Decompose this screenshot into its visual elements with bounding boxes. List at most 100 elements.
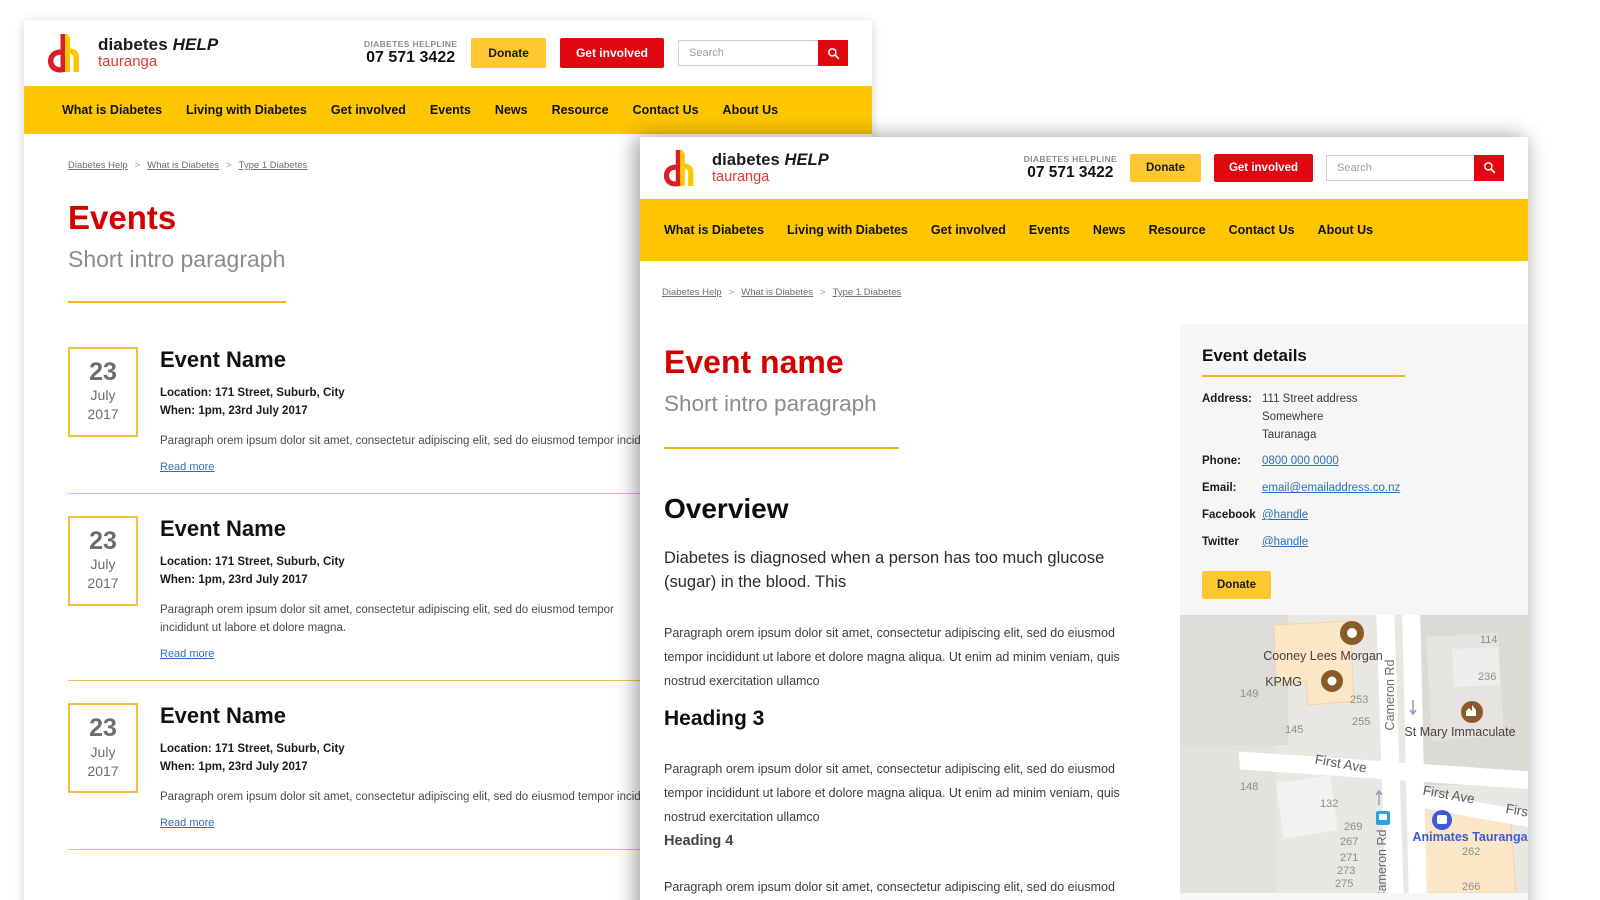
main-content-column: Event name Short intro paragraph Overvie… [662,324,1152,900]
breadcrumb-item-what-is-diabetes[interactable]: What is Diabetes [147,160,219,171]
breadcrumb-item-diabetes-help[interactable]: Diabetes Help [68,160,128,171]
svg-text:149: 149 [1240,688,1258,700]
helpline-label: DIABETES HELPLINE [363,38,458,49]
search-button[interactable] [818,40,848,66]
main-navigation: What is Diabetes Living with Diabetes Ge… [640,199,1528,261]
nav-item-resource[interactable]: Resource [552,103,609,117]
nav-item-living-with-diabetes[interactable]: Living with Diabetes [787,223,908,237]
twitter-link[interactable]: @handle [1262,536,1308,548]
breadcrumb-separator: > [134,160,141,171]
search-bar [1326,154,1504,181]
lead-paragraph: Diabetes is diagnosed when a person has … [664,549,1105,591]
page-intro: Short intro paragraph [664,391,877,416]
read-more-link[interactable]: Read more [160,648,214,660]
nav-item-about-us[interactable]: About Us [723,103,779,117]
breadcrumb-item-type-1-diabetes[interactable]: Type 1 Diabetes [239,160,308,171]
nav-item-about-us[interactable]: About Us [1318,223,1374,237]
diabetes-help-dh-logo-icon [46,32,86,74]
search-button[interactable] [1474,154,1504,181]
brand-text: diabetes HELP tauranga [98,35,218,71]
event-date-month: July [90,743,116,760]
svg-text:148: 148 [1240,781,1258,793]
helpline-number[interactable]: 07 571 3422 [364,49,457,68]
facebook-link[interactable]: @handle [1262,509,1308,521]
get-involved-button[interactable]: Get involved [1213,153,1313,182]
nav-item-living-with-diabetes[interactable]: Living with Diabetes [186,103,307,117]
site-header: diabetes HELP tauranga DIABETES HELPLINE… [24,20,872,86]
svg-text:266: 266 [1462,881,1480,893]
svg-text:St Mary Immaculate: St Mary Immaculate [1404,725,1515,739]
nav-item-contact-us[interactable]: Contact Us [633,103,699,117]
svg-text:271: 271 [1340,852,1358,864]
phone-link[interactable]: 0800 000 0000 [1262,455,1339,467]
twitter-value: @handle [1262,534,1308,552]
event-date-badge: 23 July 2017 [68,703,138,794]
email-value: email@emailaddress.co.nz [1262,480,1400,498]
donate-button[interactable]: Donate [1129,153,1201,182]
event-details-title: Event details [1202,346,1307,365]
search-icon [827,47,839,59]
detail-row-address: Address: 111 Street address Somewhere Ta… [1202,391,1506,444]
get-involved-button[interactable]: Get involved [559,38,664,68]
address-line-3: Tauranaga [1262,428,1317,441]
helpline-block: DIABETES HELPLINE 07 571 3422 [1024,154,1117,182]
title-divider [68,301,286,303]
nav-item-news[interactable]: News [1093,223,1126,237]
nav-item-get-involved[interactable]: Get involved [931,223,1006,237]
svg-text:145: 145 [1285,724,1303,736]
read-more-link[interactable]: Read more [160,817,214,829]
event-date-day: 23 [89,358,117,386]
main-navigation: What is Diabetes Living with Diabetes Ge… [24,86,872,134]
address-line-1: 111 Street address [1262,393,1358,405]
svg-text:114: 114 [1480,634,1498,646]
header-actions: DIABETES HELPLINE 07 571 3422 Donate Get… [364,38,848,68]
nav-item-events[interactable]: Events [1029,223,1070,237]
event-body: Event Name Location: 171 Street, Suburb,… [160,516,619,662]
twitter-label: Twitter [1202,535,1239,548]
svg-text:132: 132 [1320,798,1338,810]
brand-logo[interactable]: diabetes HELP tauranga [662,148,829,188]
event-date-year: 2017 [87,575,119,592]
nav-item-what-is-diabetes[interactable]: What is Diabetes [664,223,764,237]
body-paragraph-3: Paragraph orem ipsum dolor sit amet, con… [664,879,1115,894]
breadcrumb-item-diabetes-help[interactable]: Diabetes Help [662,287,722,298]
event-detail-window: diabetes HELP tauranga DIABETES HELPLINE… [640,137,1528,900]
event-details-sidebar: Event details Address: 111 Street addres… [1180,324,1528,900]
brand-logo[interactable]: diabetes HELP tauranga [46,32,218,74]
page-title: Event name [664,344,844,380]
svg-text:Cameron Rd: Cameron Rd [1375,829,1389,892]
svg-text:275: 275 [1335,878,1353,890]
sidebar-donate-button[interactable]: Donate [1202,570,1271,599]
site-header: diabetes HELP tauranga DIABETES HELPLINE… [640,137,1528,199]
event-location-map[interactable]: Cooney Lees Morgan KPMG St Mary Immacula… [1180,614,1528,893]
nav-item-events[interactable]: Events [430,103,471,117]
breadcrumb: Diabetes Help > What is Diabetes > Type … [662,287,1504,298]
facebook-label: Facebook [1202,509,1256,522]
event-date-day: 23 [89,527,117,556]
search-input[interactable] [1326,154,1474,181]
nav-item-get-involved[interactable]: Get involved [331,103,406,117]
event-when: When: 1pm, 23rd July 2017 [160,573,308,586]
helpline-number[interactable]: 07 571 3422 [1024,164,1117,182]
email-link[interactable]: email@emailaddress.co.nz [1262,482,1400,494]
event-date-badge: 23 July 2017 [68,347,138,438]
screenshot-stage: diabetes HELP tauranga DIABETES HELPLINE… [0,0,1600,900]
breadcrumb-item-type-1-diabetes[interactable]: Type 1 Diabetes [833,287,902,298]
nav-item-contact-us[interactable]: Contact Us [1229,223,1295,237]
svg-text:Animates Tauranga: Animates Tauranga [1412,830,1528,844]
event-name[interactable]: Event Name [160,516,619,542]
diabetes-help-dh-logo-icon [662,148,700,188]
donate-button[interactable]: Donate [471,38,546,68]
heading-4: Heading 4 [664,832,734,849]
read-more-link[interactable]: Read more [160,461,214,473]
nav-item-what-is-diabetes[interactable]: What is Diabetes [62,103,162,117]
body-paragraph-2: Paragraph orem ipsum dolor sit amet, con… [664,761,1120,824]
search-input[interactable] [678,40,818,66]
nav-item-resource[interactable]: Resource [1149,223,1206,237]
content-columns: Event name Short intro paragraph Overvie… [662,324,1528,900]
nav-item-news[interactable]: News [495,103,528,117]
breadcrumb-item-what-is-diabetes[interactable]: What is Diabetes [741,287,813,298]
event-date-badge: 23 July 2017 [68,516,138,607]
detail-row-facebook: Facebook @handle [1202,507,1506,525]
brand-text: diabetes HELP tauranga [712,151,829,186]
